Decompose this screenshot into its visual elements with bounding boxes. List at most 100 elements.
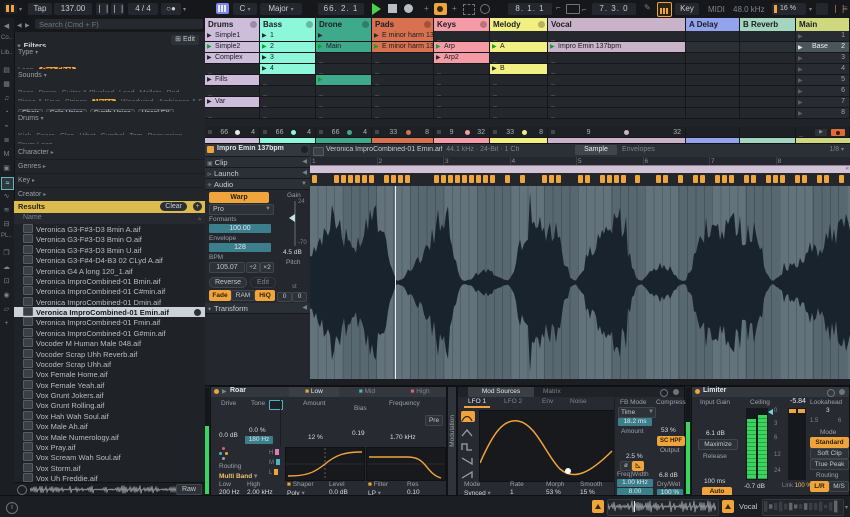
clip-slot[interactable]: ▶ 4 xyxy=(260,64,316,75)
track-fold-button[interactable] xyxy=(424,21,431,28)
file-row[interactable]: Veronica ImproCombined-01 Bmin.aif xyxy=(14,275,205,286)
warp-marker[interactable] xyxy=(556,175,561,183)
gain-slider-handle[interactable] xyxy=(289,214,295,222)
bpm-half-button[interactable]: ÷2 xyxy=(246,262,260,273)
empty-clip-slot[interactable] xyxy=(205,86,260,97)
reverse-button[interactable]: Reverse xyxy=(209,277,247,288)
empty-clip-slot[interactable] xyxy=(372,64,434,75)
empty-clip-slot[interactable] xyxy=(490,97,548,108)
warp-marker[interactable] xyxy=(715,175,720,183)
bpm-field[interactable]: 105.07 xyxy=(209,262,245,273)
scene-slot-2[interactable]: ▶ Base 2 xyxy=(796,42,850,53)
chevron-down-icon[interactable]: ▾ xyxy=(809,6,812,13)
gain-value[interactable]: 4.5 dB xyxy=(283,249,302,256)
info-icon[interactable]: i xyxy=(6,502,18,514)
clip-slot[interactable]: ▶E minor harm 137b xyxy=(372,31,434,42)
warp-marker[interactable] xyxy=(817,175,822,183)
warp-marker[interactable] xyxy=(773,175,778,183)
scene-slot-1[interactable]: ▶ 1 xyxy=(796,31,850,42)
ram-toggle[interactable]: RAM xyxy=(231,290,255,301)
warp-marker[interactable] xyxy=(490,175,495,183)
clip-play-icon[interactable]: ▶ xyxy=(207,99,212,106)
draw-mode-pencil-icon[interactable]: ✎ xyxy=(644,3,651,12)
warp-marker[interactable] xyxy=(362,175,367,183)
warp-marker[interactable] xyxy=(434,175,439,183)
track-stop-button[interactable] xyxy=(208,130,212,134)
warp-marker[interactable] xyxy=(824,175,829,183)
sample-overview-thumb[interactable] xyxy=(607,499,719,516)
empty-clip-slot[interactable] xyxy=(372,108,434,119)
scene-launch-icon[interactable]: ▶ xyxy=(798,99,803,106)
bpm-double-button[interactable]: ×2 xyxy=(260,262,274,273)
session-record-button[interactable] xyxy=(434,3,447,15)
device-options-icon[interactable] xyxy=(827,389,835,397)
warp-marker[interactable] xyxy=(391,175,396,183)
file-row[interactable]: Vox Male Ah.aif xyxy=(14,421,205,431)
empty-clip-slot[interactable] xyxy=(205,108,260,119)
clip-play-icon-playing[interactable]: ▶ xyxy=(492,44,497,51)
empty-clip-slot[interactable] xyxy=(434,75,490,86)
warp-marker[interactable] xyxy=(334,175,339,183)
file-row[interactable]: Veronica ImproCombined-01 Dmin.aif xyxy=(14,296,205,307)
track-header-melody[interactable]: Melody xyxy=(490,18,548,31)
track-stop-button[interactable] xyxy=(319,130,323,134)
track-header-keys[interactable]: Keys xyxy=(434,18,490,31)
filter-tag-loop[interactable]: Loop xyxy=(18,67,34,69)
clip-play-icon[interactable]: ▶ xyxy=(318,33,323,40)
empty-clip-slot[interactable] xyxy=(434,31,490,42)
warp-mode-select[interactable]: Pro ▼ xyxy=(209,204,274,215)
filters-header[interactable]: ▼ Filters ⊞ Edit xyxy=(16,35,201,47)
clip-play-icon-playing[interactable]: ▶ xyxy=(318,77,323,84)
empty-clip-slot[interactable] xyxy=(260,86,316,97)
warp-marker[interactable] xyxy=(635,175,640,183)
formants-slider[interactable]: 100.00 xyxy=(209,224,271,233)
scene-launch-icon[interactable]: ▶ xyxy=(798,33,803,40)
midi-map-button[interactable]: MIDI xyxy=(708,5,725,14)
file-row[interactable]: Vox Grunt Rolling.aif xyxy=(14,400,205,410)
track-stop-button[interactable] xyxy=(437,130,441,134)
warp-marker[interactable] xyxy=(751,175,756,183)
empty-clip-slot[interactable] xyxy=(548,31,686,42)
loop-end-arrows[interactable]: « xyxy=(846,166,849,173)
clip-play-icon[interactable]: ▶ xyxy=(207,33,212,40)
track-stop-button[interactable] xyxy=(263,130,267,134)
warp-marker[interactable] xyxy=(505,175,510,183)
empty-clip-slot[interactable] xyxy=(548,86,686,97)
loop-toggle-icon[interactable] xyxy=(480,4,490,14)
clip-play-icon[interactable]: ▶ xyxy=(262,55,267,62)
filter-tag-strings[interactable]: Strings xyxy=(65,99,87,101)
bias-value[interactable]: 0.19 xyxy=(352,430,365,437)
warp-marker[interactable] xyxy=(398,175,403,183)
track-stop-button[interactable] xyxy=(493,130,497,134)
device-on-toggle[interactable] xyxy=(695,389,700,394)
nudge-up-button[interactable]: ❘❘ xyxy=(111,3,125,15)
tempo-field[interactable]: 137.00 xyxy=(54,3,92,15)
square-wave-icon[interactable] xyxy=(461,439,475,451)
main-track-header[interactable]: Main xyxy=(796,18,850,31)
scene-slot-7[interactable]: ▶ 7 xyxy=(796,97,850,108)
file-row[interactable]: Veronica G4 A long 120_1.aif xyxy=(14,265,205,276)
scene-launch-icon[interactable]: ▶ xyxy=(798,55,803,62)
key-root-select[interactable]: C ▾ xyxy=(233,3,257,15)
filter-section-creator[interactable]: Creator ▸ xyxy=(14,188,205,202)
clip-slot[interactable]: ▶ 2 xyxy=(260,42,316,53)
return-track-header-b-reverb[interactable]: B Reverb xyxy=(740,18,796,31)
pitch-ct-field[interactable]: 0 xyxy=(292,292,307,302)
selection-box-icon[interactable] xyxy=(463,4,475,15)
tab-lfo1[interactable]: LFO 1 xyxy=(464,398,491,408)
warp-marker[interactable] xyxy=(469,175,474,183)
triangle-wave-icon[interactable] xyxy=(461,425,475,437)
fb-mode-select[interactable]: Time ▼ xyxy=(618,407,656,418)
back-icon[interactable]: ◀ xyxy=(1,21,12,32)
tone-freq-slider[interactable]: 180 Hz xyxy=(245,436,273,444)
fb-slope-button[interactable]: ◺ xyxy=(632,461,644,471)
saw-down-icon[interactable] xyxy=(461,453,475,466)
filter-tag-one-shot[interactable]: One Shot xyxy=(38,67,76,69)
track-header-pads[interactable]: Pads xyxy=(372,18,434,31)
warp-marker[interactable] xyxy=(678,175,683,183)
warp-marker[interactable] xyxy=(607,175,612,183)
warp-marker[interactable] xyxy=(483,175,488,183)
gain-slider[interactable] xyxy=(294,201,296,246)
loop-length-field[interactable]: 7. 3. 0 xyxy=(592,3,636,15)
clip-play-icon[interactable]: ▶ xyxy=(207,77,212,84)
